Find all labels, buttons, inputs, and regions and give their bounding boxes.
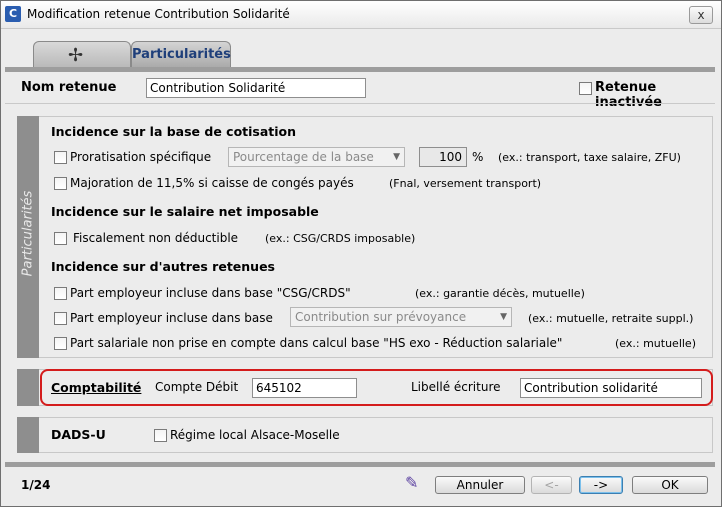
percent-unit: % [472,150,484,164]
majoration-hint: (Fnal, versement transport) [389,177,542,190]
majoration-label: Majoration de 11,5% si caisse de congés … [70,176,354,190]
pencil-icon[interactable]: ✎ [405,473,418,492]
part-employeur-base-select[interactable]: Contribution sur prévoyance ▼ [290,307,512,327]
proratisation-select-value: Pourcentage de la base [233,150,374,164]
title-bar: C Modification retenue Contribution Soli… [1,1,721,29]
base-cotisation-heading: Incidence sur la base de cotisation [51,124,297,139]
divider-header [5,103,715,104]
majoration-checkbox[interactable] [54,177,67,190]
dads-side-strip [17,417,39,453]
app-icon: C [5,6,21,22]
part-employeur-base-checkbox[interactable] [54,312,67,325]
chevron-down-icon: ▼ [393,152,400,162]
annuler-button[interactable]: Annuler [435,476,525,494]
fiscal-label: Fiscalement non déductible [73,231,239,245]
dialog-window: C Modification retenue Contribution Soli… [0,0,722,507]
comptabilite-heading: Comptabilité [51,380,142,395]
part-employeur-base-hint: (ex.: mutuelle, retraite suppl.) [528,312,694,325]
compte-debit-input[interactable]: 645102 [252,378,357,398]
chevron-down-icon: ▼ [500,312,507,322]
part-employeur-csg-checkbox[interactable] [54,287,67,300]
libelle-ecriture-label: Libellé écriture [411,380,501,394]
libelle-ecriture-input[interactable]: Contribution solidarité [520,378,702,398]
dads-heading: DADS-U [51,427,106,442]
comptabilite-side-strip [17,369,39,406]
retenue-inactivee-checkbox[interactable] [579,82,592,95]
tab-general[interactable]: ✢ [33,41,131,68]
pager-count: 1/24 [21,478,51,492]
footer-separator [5,462,715,467]
proratisation-checkbox[interactable] [54,151,67,164]
particularites-side-label: Particularités [20,190,36,277]
ok-button[interactable]: OK [632,476,708,494]
retenue-inactivee-label: Retenue inactivée [595,80,662,110]
pinwheel-icon: ✢ [68,45,84,66]
proratisation-select[interactable]: Pourcentage de la base ▼ [228,147,405,167]
part-employeur-csg-hint: (ex.: garantie décès, mutuelle) [415,287,585,300]
dads-section [17,417,713,453]
part-salariale-hint: (ex.: mutuelle) [615,337,696,350]
regime-local-label: Régime local Alsace-Moselle [170,428,340,442]
fiscal-hint: (ex.: CSG/CRDS imposable) [265,232,416,245]
part-salariale-checkbox[interactable] [54,337,67,350]
particularites-side-strip: Particularités [17,116,39,358]
window-title: Modification retenue Contribution Solida… [27,7,290,21]
fiscal-checkbox[interactable] [54,232,67,245]
next-button[interactable]: -> [579,476,623,494]
regime-local-checkbox[interactable] [154,429,167,442]
part-employeur-base-label: Part employeur incluse dans base [70,311,273,325]
nom-retenue-input[interactable]: Contribution Solidarité [146,78,366,98]
proratisation-hint: (ex.: transport, taxe salaire, ZFU) [498,151,681,164]
part-employeur-base-select-value: Contribution sur prévoyance [295,310,467,324]
compte-debit-label: Compte Débit [155,380,239,394]
part-salariale-label: Part salariale non prise en compte dans … [70,336,563,350]
percent-input[interactable]: 100 [419,147,467,167]
close-button[interactable]: x [689,6,713,24]
part-employeur-csg-label: Part employeur incluse dans base "CSG/CR… [70,286,351,300]
autres-retenues-heading: Incidence sur d'autres retenues [51,259,275,274]
nom-retenue-label: Nom retenue [21,80,117,95]
net-imposable-heading: Incidence sur le salaire net imposable [51,204,319,219]
tab-particularites[interactable]: Particularités [131,41,231,68]
tab-underline [5,67,715,72]
proratisation-label: Proratisation spécifique [70,150,212,164]
previous-button[interactable]: <- [531,476,572,494]
